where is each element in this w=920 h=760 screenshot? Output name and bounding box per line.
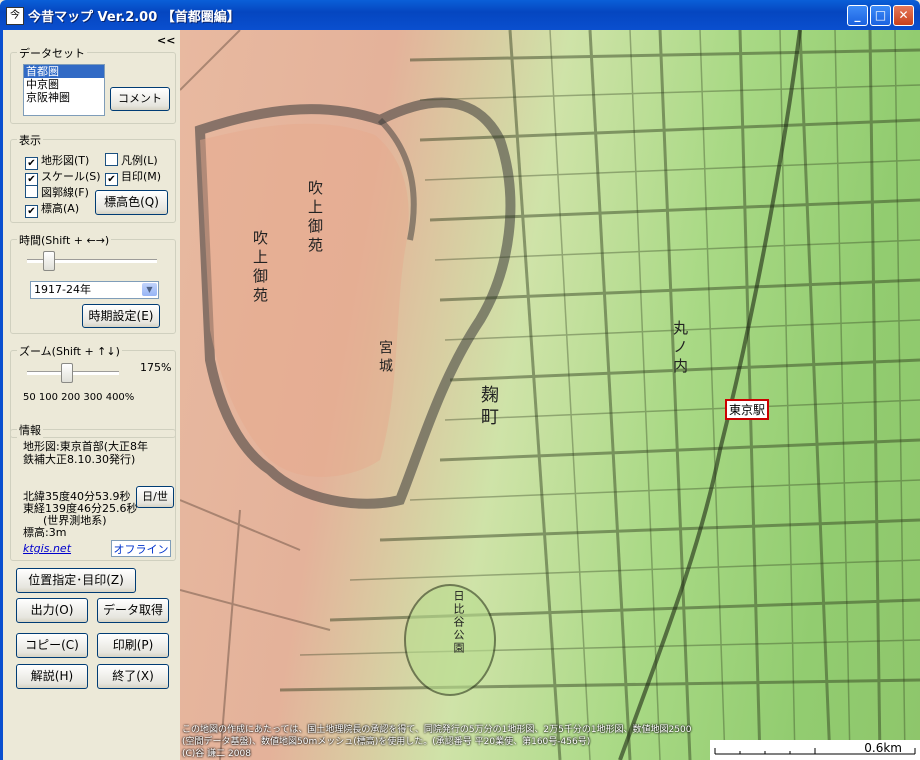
help-button[interactable]: 解説(H) [16, 664, 88, 689]
app-icon[interactable]: 今 [6, 7, 24, 25]
zoom-slider-thumb[interactable] [61, 363, 73, 383]
elevation-color-button[interactable]: 標高色(Q) [95, 190, 168, 215]
control-panel: << データセット 首都圏 中京圏 京阪神圏 コメント 表示 ✔ 地形図(T) 凡… [0, 30, 180, 760]
dataset-item-chukyo[interactable]: 中京圏 [24, 78, 104, 91]
collapse-panel-button[interactable]: << [157, 34, 175, 47]
historical-map-layer [180, 30, 920, 760]
period-settings-button[interactable]: 時期設定(E) [82, 304, 160, 328]
output-button[interactable]: 出力(O) [16, 598, 88, 623]
zoom-slider-track[interactable] [27, 371, 119, 375]
get-data-button[interactable]: データ取得 [97, 598, 169, 623]
status-indicator: オフライン [111, 540, 171, 557]
period-group-title: 時間(Shift + ←→) [17, 232, 112, 248]
tokyo-station-marker[interactable]: 東京駅 [725, 399, 770, 420]
zoom-group-title: ズーム(Shift + ↑↓) [17, 343, 122, 359]
map-label-kyujo: 宮城 [377, 340, 393, 376]
ktgis-link[interactable]: ktgis.net [23, 542, 71, 555]
locate-marker-button[interactable]: 位置指定･目印(Z) [16, 568, 136, 593]
dataset-group-title: データセット [17, 45, 87, 61]
maximize-button[interactable]: □ [870, 5, 891, 26]
grid-frame-checkbox[interactable]: 図郭線(F) [25, 184, 89, 199]
comment-button[interactable]: コメント [110, 87, 170, 111]
map-sheet-date: 鉄補大正8.10.30発行) [23, 453, 136, 466]
title-bar[interactable]: 今 今昔マップ Ver.2.00 【首都圏編】 _ □ ✕ [0, 0, 920, 30]
close-button[interactable]: ✕ [893, 5, 914, 26]
elevation-value: 標高:3m [23, 526, 67, 539]
check-icon: ✔ [25, 205, 38, 218]
map-label-gyoen-1: 吹上御苑 [251, 230, 269, 306]
datum-toggle-button[interactable]: 日/世 [136, 486, 174, 508]
map-credit-line-3: (C)谷 謙二 2008 [182, 749, 251, 759]
elevation-checkbox[interactable]: ✔ 標高(A) [25, 200, 79, 218]
display-group-title: 表示 [17, 132, 43, 148]
map-label-kojimachi: 麹町 [478, 385, 499, 429]
chevron-down-icon[interactable]: ▼ [142, 283, 157, 296]
map-label-hibiya: 日比谷公園 [452, 590, 465, 655]
check-icon: ✔ [105, 173, 118, 186]
info-group-title: 情報 [17, 422, 43, 438]
map-label-marunouchi: 丸ノ内 [671, 320, 689, 377]
minimize-button[interactable]: _ [847, 5, 868, 26]
dataset-list[interactable]: 首都圏 中京圏 京阪神圏 [23, 64, 105, 116]
period-slider-thumb[interactable] [43, 251, 55, 271]
marker-checkbox[interactable]: ✔ 目印(M) [105, 168, 161, 186]
zoom-scale-labels: 50 100 200 300 400% [23, 392, 135, 403]
scale-label: 0.6km [864, 741, 902, 755]
scale-checkbox[interactable]: ✔ スケール(S) [25, 168, 101, 186]
print-button[interactable]: 印刷(P) [97, 633, 169, 658]
period-select[interactable]: 1917-24年 ▼ [30, 281, 159, 299]
window-title: 今昔マップ Ver.2.00 【首都圏編】 [28, 10, 240, 25]
dataset-item-shutoken[interactable]: 首都圏 [24, 65, 104, 78]
exit-button[interactable]: 終了(X) [97, 664, 169, 689]
zoom-value: 175% [140, 361, 172, 374]
map-label-gyoen-2: 吹上御苑 [306, 180, 324, 256]
scale-bar: 0.6km [710, 740, 920, 760]
map-view[interactable]: 吹上御苑 吹上御苑 宮城 麹町 丸ノ内 日比谷公園 東京駅 この地図の作成にあた… [180, 30, 920, 760]
dataset-item-keihanshin[interactable]: 京阪神圏 [24, 91, 104, 104]
terrain-map-checkbox[interactable]: ✔ 地形図(T) [25, 152, 89, 170]
legend-checkbox[interactable]: 凡例(L) [105, 152, 158, 167]
copy-button[interactable]: コピー(C) [16, 633, 88, 658]
